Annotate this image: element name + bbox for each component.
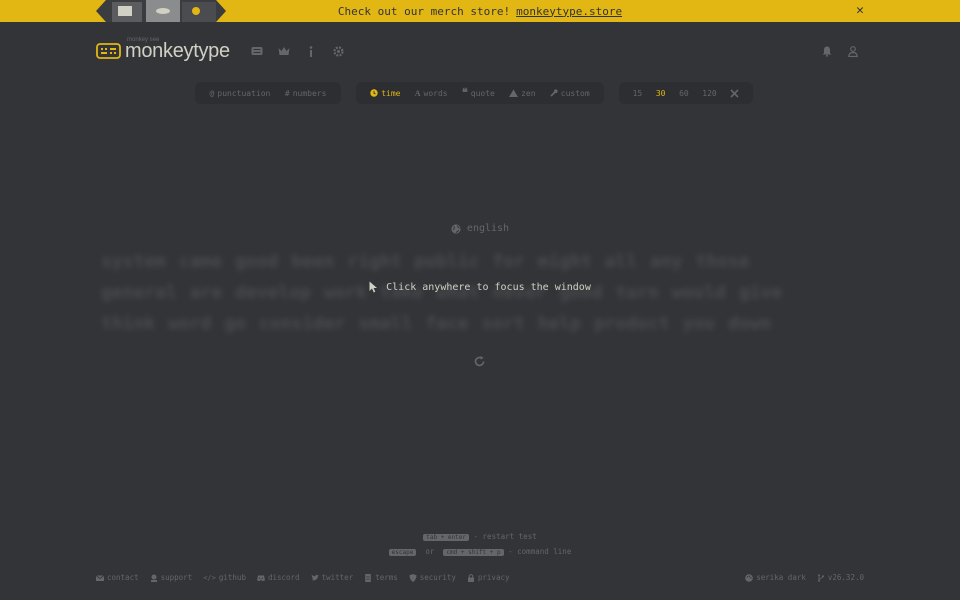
donate-icon [150, 574, 157, 582]
focus-overlay[interactable]: Click anywhere to focus the window [0, 281, 960, 293]
focus-message: Click anywhere to focus the window [386, 281, 591, 293]
footer-link-label: github [218, 573, 246, 582]
lock-icon [467, 573, 474, 582]
punctuation-label: punctuation [217, 88, 271, 98]
merch-banner: Check out our merch store! monkeytype.st… [0, 0, 960, 22]
footer-link-github[interactable]: </> github [203, 573, 246, 582]
at-icon: @ [209, 88, 215, 98]
footer-right: serika dark v26.32.0 [745, 573, 864, 582]
hint-or: or [425, 547, 435, 556]
theme-name: serika dark [756, 573, 806, 582]
version-label: v26.32.0 [827, 573, 864, 582]
footer-link-security[interactable]: security [409, 573, 456, 582]
palette-icon [745, 573, 754, 582]
footer-link-contact[interactable]: contact [96, 573, 139, 582]
twitter-icon [311, 574, 319, 580]
duration-15[interactable]: 15 [633, 89, 643, 98]
numbers-toggle[interactable]: # numbers [285, 89, 327, 98]
envelope-icon [96, 574, 104, 581]
quote-icon: ❝ [461, 87, 468, 99]
footer-link-label: contact [107, 573, 139, 582]
font-icon: A [414, 88, 421, 98]
duration-120[interactable]: 120 [702, 89, 716, 98]
discord-icon [256, 575, 265, 581]
footer-link-label: security [419, 573, 456, 582]
globe-icon [451, 223, 461, 234]
duration-60[interactable]: 60 [679, 89, 689, 98]
close-icon[interactable]: ✕ [856, 3, 864, 18]
config-modes: time A words ❝ quote zen custom [356, 82, 604, 104]
logo-title: monkeytype [125, 40, 230, 62]
hint-key: escape [388, 549, 417, 556]
footer-link-terms[interactable]: terms [364, 573, 398, 582]
footer-links: contact support </> github discord twitt… [96, 573, 510, 582]
mountain-icon [509, 89, 519, 97]
nav-icons [250, 44, 345, 58]
wrench-icon [550, 89, 558, 97]
footer-link-support[interactable]: support [150, 573, 193, 582]
language-selector[interactable]: english [0, 223, 960, 234]
cursor-pointer-icon [369, 281, 378, 293]
merch-promo-image[interactable] [96, 0, 226, 22]
hint-restart: tab + enter - restart test [0, 530, 960, 545]
account-icons [820, 44, 860, 58]
punctuation-toggle[interactable]: @ punctuation [210, 89, 271, 98]
hash-icon: # [284, 88, 290, 98]
keyboard-icon[interactable] [250, 44, 264, 58]
crown-icon[interactable] [277, 44, 291, 58]
footer-link-label: support [160, 573, 193, 582]
mode-custom[interactable]: custom [550, 89, 590, 98]
footer-link-twitter[interactable]: twitter [311, 573, 354, 582]
footer-link-privacy[interactable]: privacy [467, 573, 510, 582]
hint-key: tab + enter [423, 534, 469, 541]
logo-keyboard-icon [96, 42, 121, 59]
hint-key: cmd + shift + p [443, 549, 504, 556]
numbers-label: numbers [292, 88, 327, 98]
config-durations: 15 30 60 120 [619, 82, 753, 104]
mode-quote-label: quote [470, 88, 495, 98]
restart-icon[interactable] [473, 353, 486, 372]
mode-time[interactable]: time [370, 88, 401, 98]
footer-link-label: terms [375, 573, 398, 582]
footer-link-discord[interactable]: discord [256, 573, 300, 582]
merch-store-link[interactable]: monkeytype.store [516, 5, 622, 18]
info-icon[interactable] [304, 44, 318, 58]
version-button[interactable]: v26.32.0 [817, 573, 864, 582]
mode-words-label: words [423, 88, 448, 98]
hint-text: - restart test [473, 532, 537, 541]
footer-link-label: discord [267, 573, 300, 582]
logo[interactable]: monkey see monkeytype [96, 37, 230, 63]
footer-link-label: twitter [321, 573, 354, 582]
user-icon[interactable] [846, 44, 860, 58]
shield-icon [409, 573, 417, 582]
words-line: system came good been right public for m… [101, 251, 750, 272]
duration-30[interactable]: 30 [656, 89, 666, 98]
banner-text: Check out our merch store! [337, 4, 511, 18]
clock-icon [370, 89, 378, 97]
footer: contact support </> github discord twitt… [96, 573, 864, 582]
header: monkey see monkeytype [96, 37, 864, 66]
file-icon [365, 573, 371, 582]
keyboard-hints: tab + enter - restart test escape or cmd… [0, 530, 960, 560]
mode-quote[interactable]: ❝ quote [461, 87, 495, 99]
mode-words[interactable]: A words [415, 89, 448, 98]
mode-time-label: time [381, 88, 401, 98]
hint-command-line: escape or cmd + shift + p - command line [0, 545, 960, 560]
config-toggles: @ punctuation # numbers [195, 82, 341, 104]
bell-icon[interactable] [820, 44, 834, 58]
hint-text: - command line [508, 547, 572, 556]
code-branch-icon [817, 573, 824, 582]
footer-link-label: privacy [477, 573, 510, 582]
language-label: english [466, 223, 510, 234]
words-line: think word go consider small face sort h… [101, 313, 772, 334]
code-icon: </> [203, 573, 216, 582]
theme-button[interactable]: serika dark [745, 573, 806, 582]
tools-icon[interactable] [730, 88, 739, 98]
gear-icon[interactable] [331, 44, 345, 58]
mode-custom-label: custom [560, 88, 590, 98]
mode-zen-label: zen [521, 88, 536, 98]
mode-zen[interactable]: zen [509, 88, 536, 98]
logo-subtitle: monkey see [127, 37, 160, 43]
